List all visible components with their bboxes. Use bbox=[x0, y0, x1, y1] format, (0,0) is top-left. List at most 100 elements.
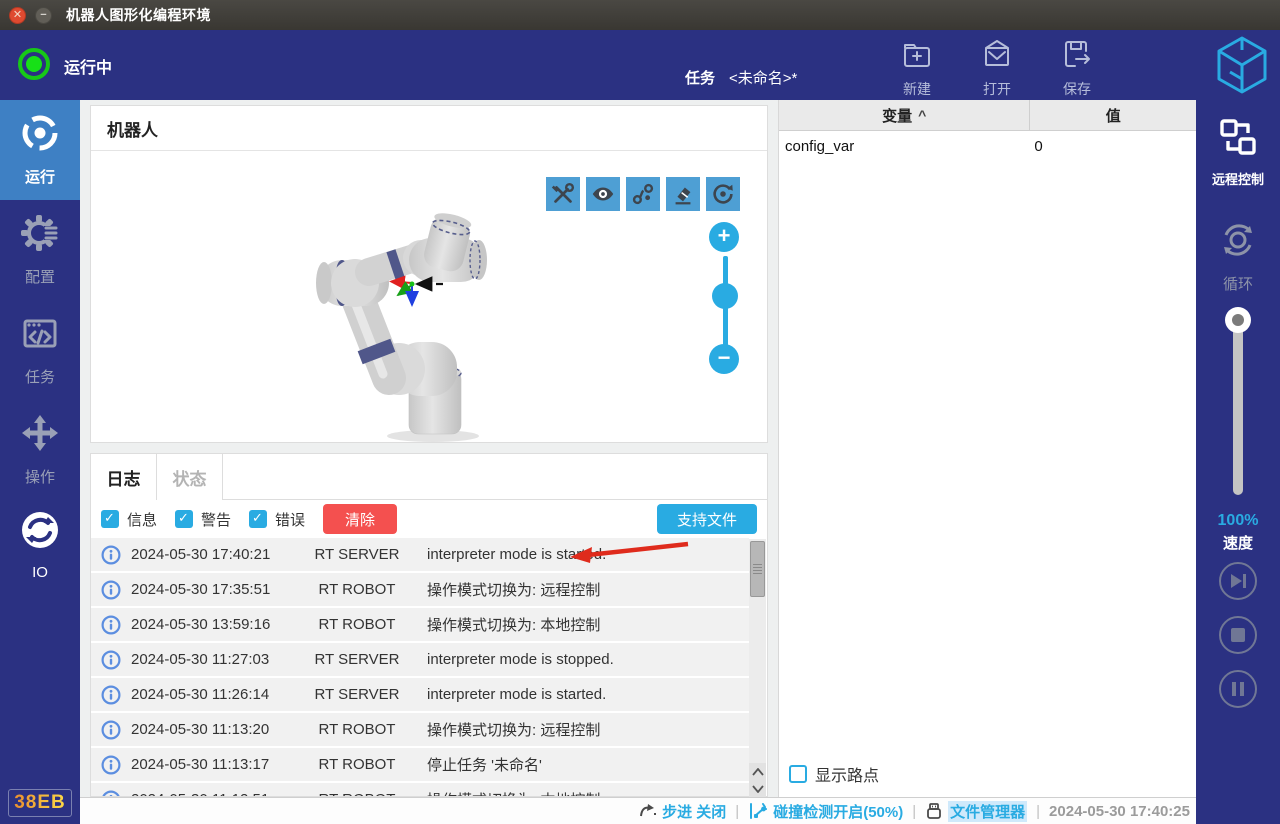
step-mode-toggle[interactable]: 步进 关闭 bbox=[639, 801, 726, 822]
log-time: 2024-05-30 11:27:03 bbox=[131, 651, 270, 668]
scrollbar-thumb[interactable] bbox=[750, 541, 765, 597]
new-task-label: 新建 bbox=[903, 81, 931, 97]
loop-label: 循环 bbox=[1222, 276, 1253, 293]
status-badge[interactable]: 38EB bbox=[8, 789, 72, 817]
log-time: 2024-05-30 11:13:17 bbox=[131, 756, 270, 773]
variable-column-label: 变量 bbox=[882, 107, 913, 125]
sidebar-item-io[interactable]: IO bbox=[0, 500, 80, 590]
sidebar-item-label: IO bbox=[32, 564, 48, 581]
task-row: 任务 <未命名>* bbox=[685, 67, 797, 88]
config-gear-icon bbox=[20, 213, 60, 258]
save-label: 保存 bbox=[1063, 81, 1091, 97]
log-time: 2024-05-30 11:13:20 bbox=[131, 721, 270, 738]
info-icon bbox=[101, 790, 131, 796]
sidebar-item-config[interactable]: 配置 bbox=[0, 200, 80, 300]
info-filter-checkbox[interactable] bbox=[101, 510, 119, 528]
scroll-down-icon[interactable] bbox=[749, 780, 766, 797]
clear-log-button[interactable]: 清除 bbox=[323, 504, 398, 534]
log-row: 2024-05-30 11:13:20 RT ROBOT 操作模式切换为: 远程… bbox=[91, 713, 749, 746]
status-bar: 步进 关闭 | 碰撞检测开启(50%) | 文件管理器 | 2024-05-30… bbox=[80, 797, 1196, 824]
speed-slider-track[interactable] bbox=[1233, 315, 1243, 495]
tab-log[interactable]: 日志 bbox=[91, 454, 157, 500]
open-button[interactable]: 打开 bbox=[967, 38, 1027, 99]
step-forward-icon bbox=[1231, 574, 1246, 588]
warning-filter-checkbox[interactable] bbox=[175, 510, 194, 528]
log-message: 操作模式切换为: 远程控制 bbox=[427, 582, 601, 599]
log-tabs: 日志 状态 bbox=[91, 454, 767, 500]
loop-button[interactable]: 循环 bbox=[1196, 218, 1280, 294]
save-button[interactable]: 保存 bbox=[1047, 38, 1107, 99]
log-filterbar: 信息 警告 错误 清除 支持文件 bbox=[91, 500, 767, 538]
tools-button[interactable] bbox=[546, 177, 580, 211]
new-task-button[interactable]: 新建 bbox=[887, 38, 947, 99]
step-mode-icon bbox=[640, 804, 657, 817]
sort-asc-icon bbox=[918, 107, 926, 124]
variables-panel: 变量 值 config_var 0 显示路点 bbox=[778, 100, 1196, 797]
variable-name: config_var bbox=[785, 137, 855, 155]
scroll-up-icon[interactable] bbox=[749, 763, 766, 780]
rotate-view-button[interactable] bbox=[706, 177, 740, 211]
sidebar-item-run[interactable]: 运行 bbox=[0, 100, 80, 200]
log-message: interpreter mode is stopped. bbox=[427, 651, 614, 668]
rotate-icon bbox=[713, 184, 733, 204]
log-source: RT ROBOT bbox=[301, 791, 413, 796]
path-button[interactable] bbox=[626, 177, 660, 211]
remote-control-icon bbox=[1217, 116, 1259, 163]
window-titlebar: ✕ − 机器人图形化编程环境 bbox=[0, 0, 1280, 30]
show-waypoints-checkbox[interactable] bbox=[789, 765, 807, 783]
log-scrollbar[interactable] bbox=[749, 539, 766, 797]
pause-button[interactable] bbox=[1219, 670, 1257, 708]
variable-column-header[interactable]: 变量 bbox=[779, 100, 1031, 130]
file-manager-icon bbox=[927, 803, 942, 819]
info-icon bbox=[101, 720, 131, 740]
support-file-button[interactable]: 支持文件 bbox=[657, 504, 757, 534]
error-filter-checkbox[interactable] bbox=[249, 510, 268, 528]
io-icon bbox=[19, 509, 61, 556]
show-waypoints-label: 显示路点 bbox=[815, 768, 880, 785]
collision-detection-label: 碰撞检测开启(50%) bbox=[773, 803, 904, 821]
log-message: 操作模式切换为: 远程控制 bbox=[427, 722, 601, 739]
log-message: 操作模式切换为: 本地控制 bbox=[413, 789, 749, 796]
info-filter-label: 信息 bbox=[127, 511, 158, 529]
statusbar-separator: | bbox=[1036, 802, 1041, 820]
variable-value: 0 bbox=[1034, 137, 1043, 155]
value-column-header[interactable]: 值 bbox=[1030, 100, 1196, 130]
remote-control-button[interactable]: 远程控制 bbox=[1196, 116, 1280, 188]
show-waypoints-row: 显示路点 bbox=[789, 762, 879, 786]
log-time: 2024-05-30 17:35:51 bbox=[131, 581, 271, 598]
window-title: 机器人图形化编程环境 bbox=[66, 7, 211, 23]
visibility-button[interactable] bbox=[586, 177, 620, 211]
remote-control-label: 远程控制 bbox=[1211, 172, 1264, 187]
tab-status[interactable]: 状态 bbox=[157, 454, 223, 500]
log-row: 2024-05-30 17:40:21 RT SERVER interprete… bbox=[91, 538, 749, 571]
variable-row[interactable]: config_var 0 bbox=[779, 131, 1196, 161]
statusbar-separator: | bbox=[912, 802, 917, 820]
save-icon bbox=[1060, 41, 1094, 76]
warning-filter-label: 警告 bbox=[201, 511, 232, 529]
stop-icon bbox=[1231, 628, 1245, 642]
step-forward-button[interactable] bbox=[1219, 562, 1257, 600]
jog-arrows-icon bbox=[20, 413, 60, 458]
app-header: 运行中 任务 <未命名>* 配置 default 新建 打开 保存 bbox=[0, 30, 1280, 122]
file-manager-button[interactable]: 文件管理器 bbox=[925, 800, 1028, 822]
new-task-icon bbox=[900, 44, 934, 76]
stop-button[interactable] bbox=[1219, 616, 1257, 654]
zoom-in-button[interactable] bbox=[709, 222, 739, 252]
sidebar-item-task[interactable]: 任务 bbox=[0, 300, 80, 400]
eraser-button[interactable] bbox=[666, 177, 700, 211]
collision-detection-toggle[interactable]: 碰撞检测开启(50%) bbox=[748, 801, 903, 822]
minimize-icon[interactable]: − bbox=[35, 6, 52, 24]
speed-slider-handle[interactable] bbox=[1225, 307, 1251, 333]
log-list[interactable]: 2024-05-30 17:40:21 RT SERVER interprete… bbox=[91, 538, 767, 796]
open-label: 打开 bbox=[983, 81, 1011, 97]
sidebar-item-label: 任务 bbox=[24, 369, 55, 386]
task-value: <未命名>* bbox=[729, 70, 798, 87]
zoom-out-button[interactable] bbox=[709, 344, 739, 374]
run-icon bbox=[20, 113, 60, 158]
zoom-slider-handle[interactable] bbox=[712, 283, 738, 309]
path-icon bbox=[632, 183, 654, 205]
info-icon bbox=[101, 650, 131, 670]
close-icon[interactable]: ✕ bbox=[9, 6, 26, 24]
log-row: 2024-05-30 11:12:51 RT ROBOT 操作模式切换为: 本地… bbox=[91, 783, 749, 796]
sidebar-item-jog[interactable]: 操作 bbox=[0, 400, 80, 500]
